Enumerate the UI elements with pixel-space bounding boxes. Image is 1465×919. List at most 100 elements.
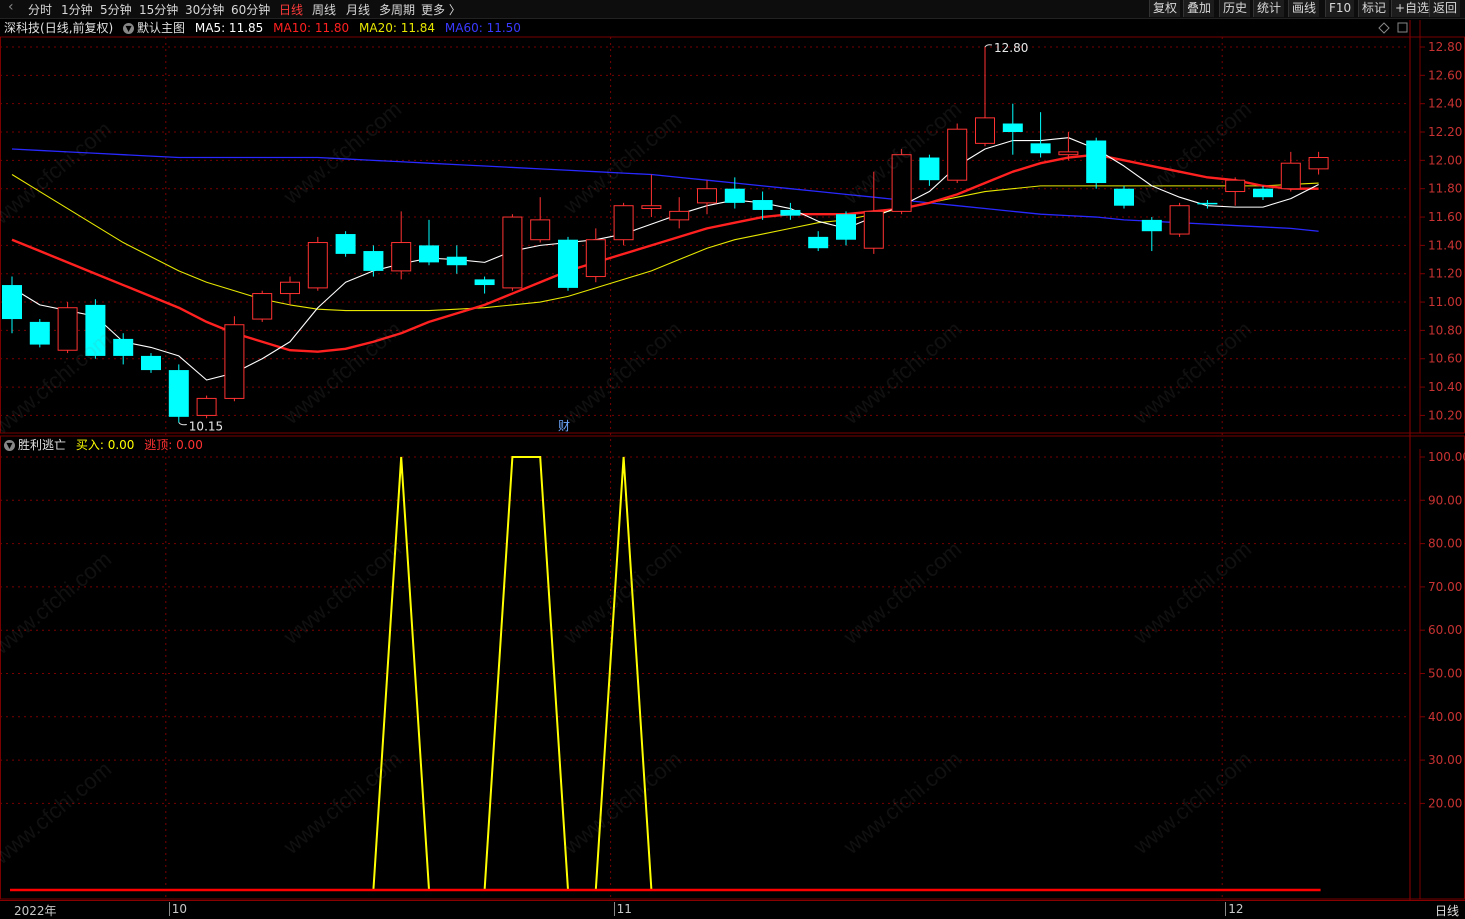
toolbar-button-7[interactable]: +自选 (1391, 0, 1433, 17)
indicator-tick-label: 30.00 (1428, 753, 1462, 767)
main-panel-frame (0, 36, 1465, 434)
toolbar-button-6[interactable]: 标记 (1358, 0, 1390, 17)
period-tab-4[interactable]: 30分钟 (185, 1, 224, 18)
toolbar-button-2[interactable]: 历史 (1219, 0, 1251, 17)
candle-body (307, 242, 328, 289)
candle-body (836, 214, 856, 240)
candle (530, 197, 551, 243)
period-tab-3[interactable]: 15分钟 (139, 1, 178, 18)
watermark-text: www.cfchi.com (1128, 746, 1257, 859)
ma60-line (11, 148, 1319, 232)
candle-body (752, 200, 773, 210)
chevron-left-icon[interactable]: ‹ (8, 0, 14, 15)
indicator-tick-label: 20.00 (1428, 796, 1462, 810)
main-indicator-name[interactable]: 默认主图 (137, 21, 185, 35)
toolbar-button-3[interactable]: 统计 (1253, 0, 1285, 17)
candle (836, 211, 856, 246)
watermark-text: www.cfchi.com (1128, 96, 1257, 209)
candle (502, 214, 523, 291)
candle-body (446, 256, 467, 266)
candle (641, 174, 662, 218)
event-marker: 财 (558, 419, 570, 433)
period-tab-2[interactable]: 5分钟 (100, 1, 132, 18)
period-tab-9[interactable]: 多周期 (379, 1, 415, 18)
candle (1141, 217, 1162, 252)
price-axis: 12.80 12.60 12.40 12.20 12.00 11.80 11.60 11.40… (1378, 22, 1465, 810)
candle-body (919, 157, 940, 181)
candle-body (57, 307, 78, 351)
candle-body (335, 234, 356, 254)
sub-panel-frame (0, 435, 1465, 900)
chevron-down-icon[interactable]: ▼ (123, 23, 135, 34)
price-tick-label: 10.60 (1428, 352, 1462, 366)
toolbar-button-1[interactable]: 叠加 (1183, 0, 1215, 17)
candle-body (1197, 202, 1218, 205)
low-marker (178, 422, 187, 426)
candle-body (168, 370, 189, 417)
price-chart[interactable]: 12.80 12.60 12.40 12.20 12.00 11.80 11.60 11.40… (0, 0, 1465, 918)
watermark-text: www.cfchi.com (838, 316, 967, 429)
price-tick-label: 11.40 (1428, 238, 1462, 252)
candle (1280, 151, 1301, 192)
period-tab-7[interactable]: 周线 (312, 1, 336, 18)
candle (57, 302, 78, 354)
candle-body (1141, 219, 1162, 232)
candle (585, 228, 606, 283)
period-tab-0[interactable]: 分时 (28, 1, 52, 18)
candlesticks (2, 47, 1329, 423)
candle (1169, 202, 1190, 237)
ma5-line (11, 137, 1319, 381)
ma60-value: MA60: 11.50 (444, 21, 521, 35)
candle-body (1086, 140, 1107, 184)
ma10-line (11, 153, 1319, 353)
period-tab-5[interactable]: 60分钟 (231, 1, 270, 18)
candle-body (669, 210, 690, 221)
candle-body (502, 216, 523, 289)
toolbar-button-4[interactable]: 画线 (1288, 0, 1320, 17)
candle (335, 231, 356, 257)
diamond-icon (1378, 22, 1390, 34)
price-tick-label: 10.80 (1428, 323, 1462, 337)
period-tab-6[interactable]: 日线 (279, 1, 303, 18)
candle (29, 319, 50, 348)
square-icon (1397, 22, 1408, 33)
candle (474, 276, 495, 294)
price-tick-label: 10.40 (1428, 380, 1462, 394)
candle (2, 276, 22, 334)
candle (196, 395, 217, 419)
toolbar-button-5[interactable]: F10 (1325, 0, 1355, 17)
watermark-text: www.cfchi.com (1128, 316, 1257, 429)
candle (363, 245, 384, 277)
time-axis-bar: 2022年 10 11 12 日线 (0, 900, 1465, 919)
candle-body (613, 205, 634, 241)
price-tick-label: 12.20 (1428, 125, 1462, 139)
price-tick-label: 11.60 (1428, 210, 1462, 224)
candle-body (1169, 205, 1190, 235)
period-tab-8[interactable]: 月线 (346, 1, 370, 18)
chevron-down-icon[interactable]: ▼ (4, 440, 15, 451)
candle (1030, 112, 1051, 158)
candle-body (1280, 162, 1301, 190)
indicator-tick-label: 50.00 (1428, 667, 1462, 681)
main-chart-legend: 深科技(日线,前复权) ▼ 默认主图 MA5: 11.85 MA10: 11.80… (4, 19, 527, 35)
annotations: 12.80 10.15 财 (178, 41, 1028, 434)
period-tab-10[interactable]: 更多 〉 (421, 1, 461, 18)
candle-body (585, 239, 606, 278)
price-tick-label: 12.80 (1428, 40, 1462, 54)
candle (391, 211, 412, 280)
candle-body (113, 338, 134, 356)
sub-indicator-name[interactable]: 胜利逃亡 (18, 438, 66, 452)
status-period-label[interactable]: 日线 (1435, 902, 1459, 919)
period-tab-1[interactable]: 1分钟 (61, 1, 93, 18)
candle (307, 236, 328, 291)
candle (1114, 185, 1134, 209)
toolbar-button-8[interactable]: 返回 (1429, 0, 1461, 17)
watermark-text: www.cfchi.com (278, 536, 407, 649)
candle-body (29, 321, 50, 345)
candle (85, 299, 106, 359)
toolbar-button-0[interactable]: 复权 (1149, 0, 1181, 17)
indicator-tick-label: 90.00 (1428, 493, 1462, 507)
price-tick-label: 12.60 (1428, 68, 1462, 82)
candle (1197, 200, 1218, 209)
ma5-value: MA5: 11.85 (194, 21, 264, 35)
